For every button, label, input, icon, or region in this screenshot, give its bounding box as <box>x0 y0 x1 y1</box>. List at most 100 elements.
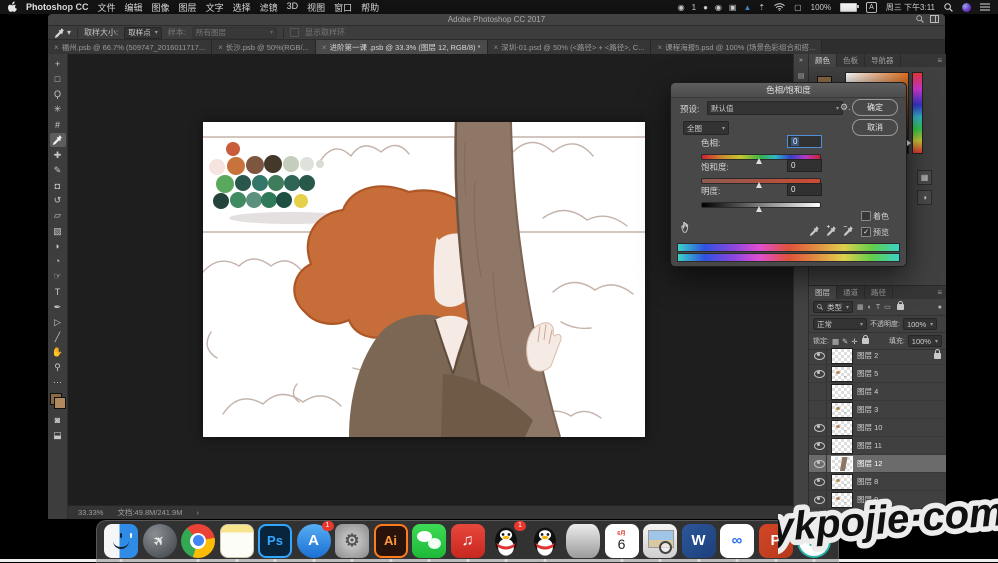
path-select-tool[interactable]: ▷ <box>50 315 66 329</box>
zoom-tool[interactable]: ⚲ <box>50 361 66 375</box>
collapse-panels-icon[interactable]: » <box>799 57 803 64</box>
dock-launchpad[interactable]: ✈ <box>143 524 177 558</box>
wifi-icon[interactable] <box>774 3 785 11</box>
blend-mode-select[interactable]: 正常▾ <box>813 318 867 330</box>
document-tab[interactable]: ×福州.psb @ 66.7% (509747_2016011717... <box>48 40 212 54</box>
layer-thumbnail[interactable] <box>831 456 853 472</box>
lightness-slider-thumb[interactable] <box>756 206 762 212</box>
fill-select[interactable]: 100%▾ <box>908 335 942 347</box>
ok-button[interactable]: 确定 <box>852 99 898 116</box>
blur-tool[interactable]: ◗ <box>50 239 66 253</box>
layer-name[interactable]: 图层 5 <box>857 368 878 379</box>
dialog-title[interactable]: 色相/饱和度 <box>671 83 906 98</box>
dock-qq[interactable]: 1 <box>489 524 523 558</box>
healing-brush-tool[interactable]: ✚ <box>50 148 66 162</box>
visibility-toggle[interactable] <box>812 383 827 400</box>
layer-row[interactable]: 图层 12 <box>809 455 946 473</box>
crop-tool[interactable]: # <box>50 118 66 132</box>
eyedropper-add-icon[interactable] <box>826 225 837 238</box>
document-tab[interactable]: ×深圳-01.psd @ 50% (<路径> + <路径>, C... <box>488 40 652 54</box>
apple-logo-icon[interactable] <box>8 1 17 14</box>
panel-menu-icon[interactable]: ≡ <box>937 286 946 299</box>
close-tab-icon[interactable]: × <box>218 43 223 52</box>
document-canvas[interactable] <box>203 122 645 437</box>
layer-thumbnail[interactable] <box>831 420 853 436</box>
pen-tool[interactable]: ✒ <box>50 300 66 314</box>
brush-tool[interactable]: ✎ <box>50 163 66 177</box>
eyedropper-option-icon[interactable]: ▾ <box>54 27 71 38</box>
dock-illustrator[interactable]: Ai <box>374 524 408 558</box>
menu-编辑[interactable]: 编辑 <box>125 1 143 14</box>
cancel-button[interactable]: 取消 <box>852 119 898 136</box>
panel-menu-icon[interactable]: ≡ <box>937 54 946 67</box>
lock-all-icon[interactable] <box>862 338 869 344</box>
menu-3D[interactable]: 3D <box>287 1 299 14</box>
filter-type-icon[interactable]: T <box>876 304 880 311</box>
background-color-swatch[interactable] <box>54 397 66 409</box>
dock-wechat[interactable] <box>412 524 446 558</box>
preset-gear-icon[interactable]: ⚙. <box>840 102 851 113</box>
preset-select[interactable]: 默认值▾ <box>707 101 843 115</box>
tab-导航器[interactable]: 导航器 <box>865 54 901 67</box>
saturation-input[interactable]: 0 <box>787 159 822 172</box>
smudge-tool[interactable]: ☞ <box>50 270 66 284</box>
document-tab[interactable]: ×进阶第一课 .psb @ 33.3% (图层 12, RGB/8) * <box>316 40 488 54</box>
libraries-panel-icon[interactable]: ▦ <box>917 170 932 185</box>
menu-滤镜[interactable]: 滤镜 <box>260 1 278 14</box>
clone-stamp-tool[interactable]: ◘ <box>50 179 66 193</box>
tab-颜色[interactable]: 颜色 <box>809 54 837 67</box>
visibility-toggle[interactable] <box>812 347 827 364</box>
eraser-tool[interactable]: ▱ <box>50 209 66 223</box>
dock-photoshop[interactable]: Ps <box>258 524 292 558</box>
history-panel-icon[interactable]: ▤ <box>798 72 805 80</box>
layer-row[interactable]: 图层 3 <box>809 401 946 419</box>
lasso-tool[interactable]: Ϙ <box>50 87 66 101</box>
dock-app-store[interactable]: A1 <box>297 524 331 558</box>
menu-视图[interactable]: 视图 <box>307 1 325 14</box>
sample-size-select[interactable]: 取样点▾ <box>124 27 162 39</box>
channel-select[interactable]: 全图▾ <box>683 121 729 135</box>
close-tab-icon[interactable]: × <box>54 43 59 52</box>
visibility-toggle[interactable] <box>812 455 827 472</box>
layer-name[interactable]: 图层 2 <box>857 350 878 361</box>
visibility-toggle[interactable] <box>812 365 827 382</box>
layer-row[interactable]: 图层 2 <box>809 347 946 365</box>
layer-thumbnail[interactable] <box>831 384 853 400</box>
layer-thumbnail[interactable] <box>831 348 853 364</box>
notification-count[interactable]: 1 <box>692 3 696 12</box>
layer-thumbnail[interactable] <box>831 402 853 418</box>
lock-position-icon[interactable]: ✛ <box>851 337 857 346</box>
close-tab-icon[interactable]: × <box>322 43 327 52</box>
menu-图层[interactable]: 图层 <box>179 1 197 14</box>
gradient-tool[interactable]: ▧ <box>50 224 66 238</box>
workspace-icon[interactable] <box>930 15 939 25</box>
input-source-icon[interactable]: A <box>866 2 877 13</box>
visibility-toggle[interactable] <box>812 419 827 436</box>
lock-pixels-icon[interactable]: ✎ <box>842 337 848 346</box>
screen-mode-button[interactable]: ⬓ <box>50 428 66 442</box>
dock-word[interactable]: W <box>682 524 716 558</box>
tab-路径[interactable]: 路径 <box>865 286 893 299</box>
line-tool[interactable]: ╱ <box>50 330 66 344</box>
dock-qq-2[interactable] <box>528 524 562 558</box>
tab-色板[interactable]: 色板 <box>837 54 865 67</box>
layer-thumbnail[interactable] <box>831 438 853 454</box>
layer-row[interactable]: 图层 5 <box>809 365 946 383</box>
history-brush-tool[interactable]: ↺ <box>50 194 66 208</box>
lock-transparent-icon[interactable]: ▦ <box>832 337 839 346</box>
filter-smart-icon[interactable] <box>897 304 904 310</box>
targeted-adjustment-icon[interactable] <box>679 221 692 236</box>
filter-shape-icon[interactable]: ▭ <box>884 303 891 311</box>
display-icon[interactable]: ▢ <box>794 3 802 12</box>
camera-icon[interactable]: ◉ <box>715 3 722 12</box>
dock-chrome[interactable] <box>181 524 215 558</box>
move-tool[interactable]: + <box>50 57 66 71</box>
close-tab-icon[interactable]: × <box>494 43 499 52</box>
foreground-background-swatches[interactable] <box>50 393 66 409</box>
record-icon[interactable]: ◉ <box>678 3 685 12</box>
bell-icon[interactable]: ● <box>703 3 708 12</box>
close-tab-icon[interactable]: × <box>657 43 662 52</box>
layer-row[interactable]: 图层 10 <box>809 419 946 437</box>
menu-图像[interactable]: 图像 <box>152 1 170 14</box>
visibility-toggle[interactable] <box>812 437 827 454</box>
